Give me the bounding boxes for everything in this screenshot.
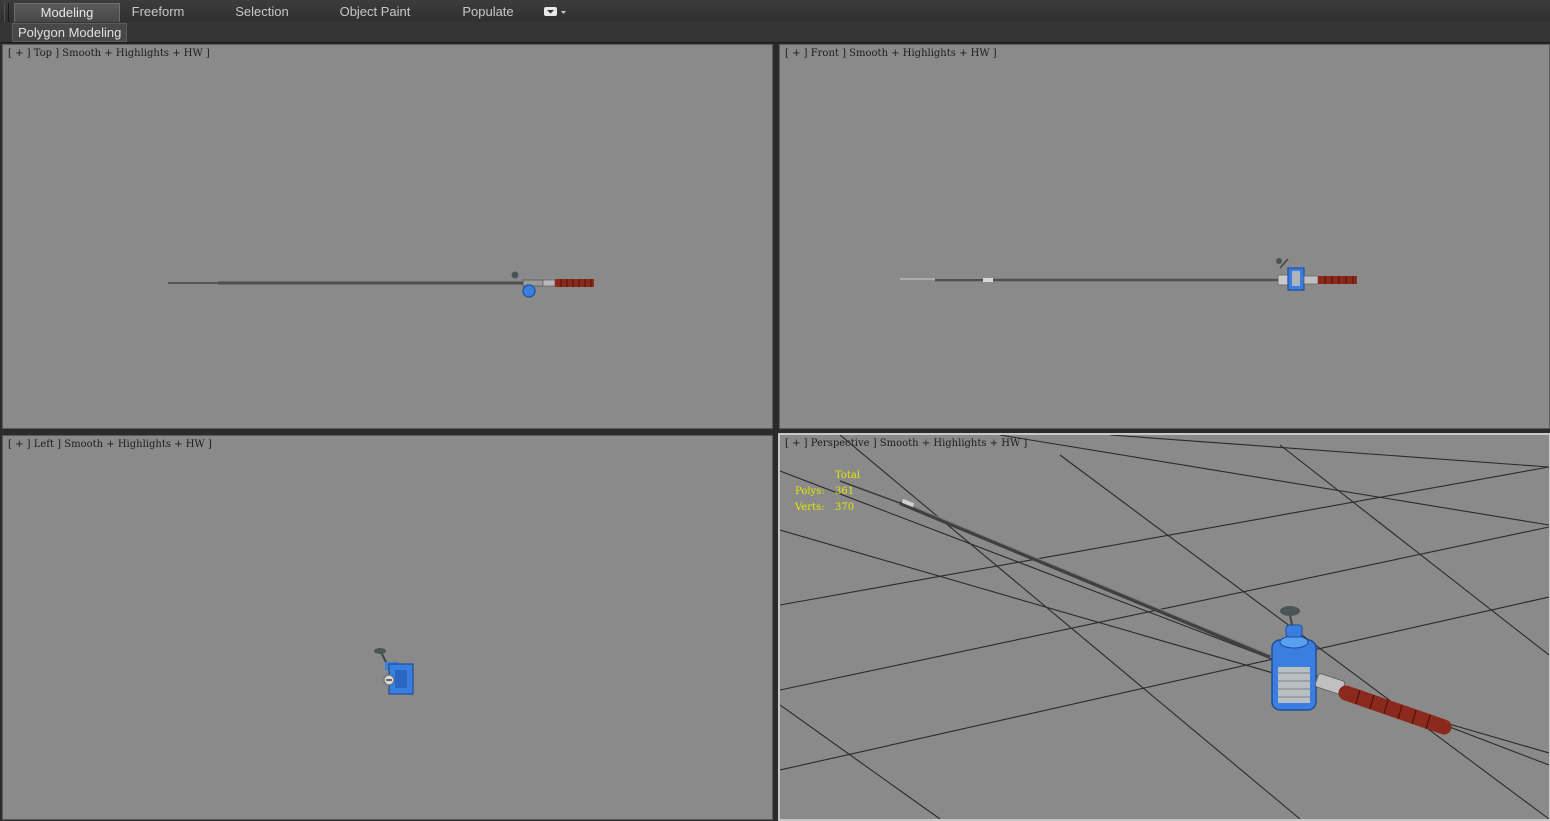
viewport-perspective[interactable]: [ + ] Perspective ] Smooth + Highlights …	[778, 433, 1550, 821]
stats-verts-value: 370	[835, 502, 855, 513]
chevron-down-icon	[544, 7, 566, 16]
viewport-top[interactable]: [ + ] Top ] Smooth + Highlights + HW ]	[2, 44, 773, 429]
ribbon-options-dropdown[interactable]	[543, 6, 567, 18]
fishing-rod-left-view	[374, 648, 414, 695]
fishing-rod-top-view	[168, 271, 594, 298]
stats-polys-value: 361	[835, 486, 855, 497]
stats-total-header: Total	[835, 470, 861, 481]
ribbon-panel-bar: Polygon Modeling	[0, 22, 1550, 43]
tab-freeform[interactable]: Freeform	[120, 3, 196, 21]
tab-modeling[interactable]: Modeling	[14, 3, 120, 22]
stats-verts-label: Verts:	[795, 502, 825, 513]
tab-populate[interactable]: Populate	[450, 3, 526, 21]
tab-object-paint[interactable]: Object Paint	[328, 3, 422, 21]
fishing-rod-perspective-view	[839, 480, 1452, 735]
tab-selection[interactable]: Selection	[222, 3, 302, 21]
viewport-front[interactable]: [ + ] Front ] Smooth + Highlights + HW ]	[779, 44, 1550, 429]
polygon-modeling-panel-button[interactable]: Polygon Modeling	[12, 23, 128, 42]
viewport-label-perspective[interactable]: [ + ] Perspective ] Smooth + Highlights …	[785, 438, 1027, 449]
viewport-left[interactable]: [ + ] Left ] Smooth + Highlights + HW ]	[2, 435, 773, 820]
fishing-rod-front-view	[900, 258, 1357, 291]
ribbon-tab-bar: Modeling Freeform Selection Object Paint…	[0, 0, 1550, 39]
stats-polys-label: Polys:	[795, 486, 825, 497]
